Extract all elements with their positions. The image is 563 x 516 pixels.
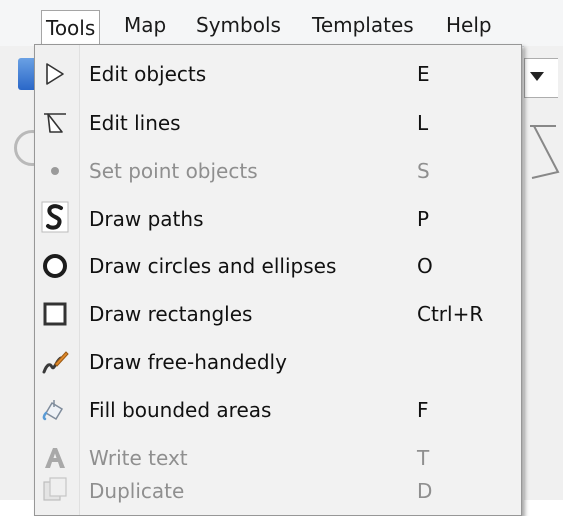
menu-item-label: Draw free-handedly (89, 350, 287, 374)
menu-item-shortcut: F (417, 398, 429, 422)
menu-item-shortcut: L (417, 111, 429, 135)
menu-symbols[interactable]: Symbols (196, 12, 281, 38)
menu-item-label: Draw paths (89, 207, 204, 231)
chevron-down-icon[interactable] (530, 72, 544, 81)
duplicate-icon (41, 475, 69, 503)
path-s-icon (41, 201, 69, 233)
menu-item-edit-objects[interactable]: Edit objects E (35, 52, 521, 96)
menu-item-label: Set point objects (89, 159, 258, 183)
menu-item-draw-paths[interactable]: Draw paths P (35, 197, 521, 241)
toolbar-button-partial[interactable] (18, 58, 34, 90)
edit-lines-arrow-icon (41, 109, 69, 137)
menu-tools[interactable]: Tools (41, 10, 101, 45)
menu-item-label: Draw rectangles (89, 302, 253, 326)
menu-item-label: Fill bounded areas (89, 398, 272, 422)
menu-item-shortcut: E (417, 62, 430, 86)
menu-item-draw-free-handedly[interactable]: Draw free-handedly (35, 340, 521, 384)
menu-map[interactable]: Map (124, 12, 166, 38)
rectangle-icon (41, 300, 69, 328)
menu-item-label: Edit objects (89, 62, 207, 86)
menu-item-shortcut: D (417, 479, 433, 503)
menu-help[interactable]: Help (446, 12, 492, 38)
menu-item-shortcut: O (417, 254, 433, 278)
menu-item-draw-rectangles[interactable]: Draw rectangles Ctrl+R (35, 292, 521, 336)
left-toolbar-strip (0, 46, 34, 500)
menu-item-set-point-objects[interactable]: Set point objects S (35, 149, 521, 193)
freehand-brush-icon (41, 348, 69, 376)
menu-item-shortcut: S (417, 159, 430, 183)
edit-objects-arrow-icon (41, 60, 69, 88)
point-dot-icon (41, 157, 69, 185)
circle-icon (41, 252, 69, 280)
menu-templates[interactable]: Templates (312, 12, 414, 38)
menu-item-label: Draw circles and ellipses (89, 254, 337, 278)
menu-item-shortcut: Ctrl+R (417, 302, 484, 326)
right-toolbar-strip (524, 46, 563, 500)
menu-bar: Tools Map Symbols Templates Help (0, 0, 563, 47)
menu-item-fill-bounded-areas[interactable]: Fill bounded areas F (35, 388, 521, 432)
menu-item-draw-circles[interactable]: Draw circles and ellipses O (35, 244, 521, 288)
toolbar-shape-icon (530, 125, 560, 179)
menu-item-shortcut: P (417, 207, 430, 231)
text-a-icon (41, 444, 69, 472)
tools-dropdown-menu: Edit objects E Edit lines L Set point ob… (34, 44, 522, 516)
menu-item-duplicate[interactable]: Duplicate D (35, 469, 521, 513)
menu-item-label: Edit lines (89, 111, 181, 135)
toolbar-circle-icon (10, 130, 34, 166)
fill-bucket-icon (41, 396, 69, 424)
menu-item-label: Duplicate (89, 479, 185, 503)
menu-item-edit-lines[interactable]: Edit lines L (35, 101, 521, 145)
